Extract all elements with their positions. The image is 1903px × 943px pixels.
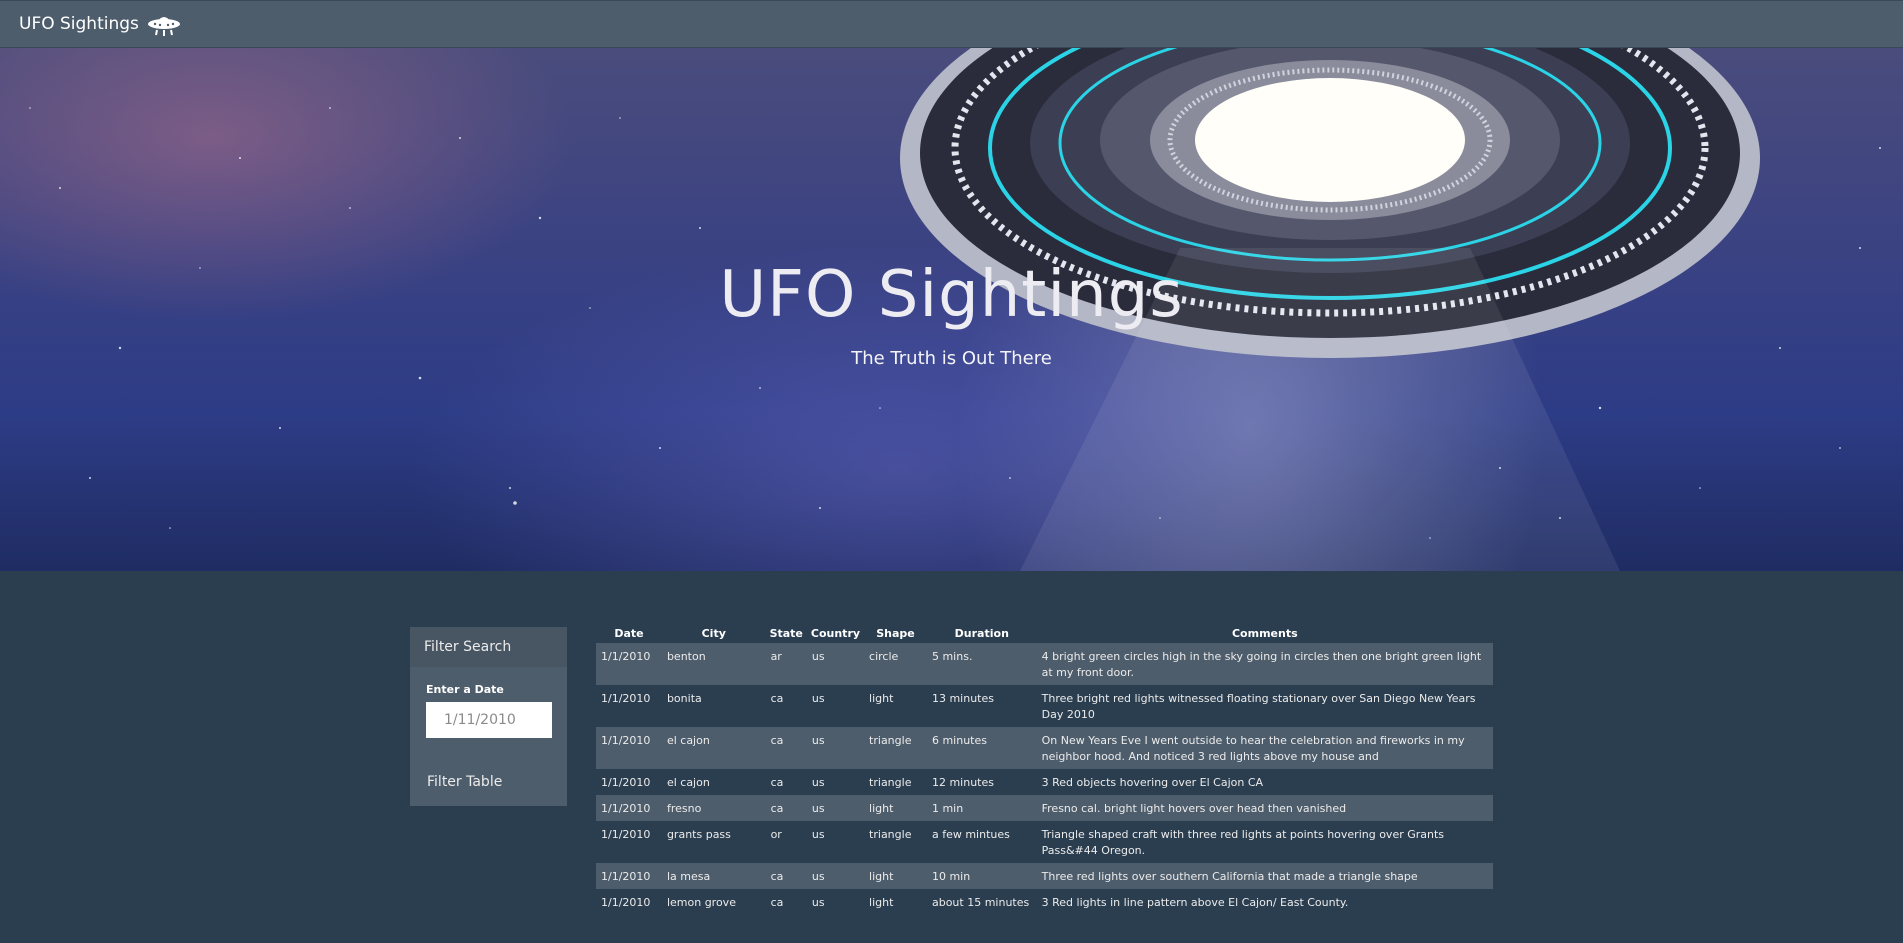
cell-state: ca (770, 776, 784, 789)
cell-date: 1/1/2010 (601, 776, 651, 789)
cell-country: us (811, 828, 825, 841)
cell-state: ca (765, 795, 807, 821)
cell-date: 1/1/2010 (601, 828, 651, 841)
table-row: 1/1/2010 benton ar us circle 5 mins. 4 b… (596, 643, 1493, 685)
table-row: 1/1/2010 la mesa ca us light 10 min Thre… (596, 863, 1493, 889)
cell-city: el cajon (661, 727, 766, 769)
cell-date: 1/1/2010 (601, 692, 651, 705)
date-label: Enter a Date (426, 683, 504, 696)
column-header-country: Country (810, 626, 861, 640)
cell-comments: Three bright red lights witnessed floati… (1041, 692, 1476, 721)
cell-country: us (806, 795, 865, 821)
brand-title: UFO Sightings (19, 14, 139, 34)
column-header-city: City (701, 626, 726, 640)
cell-shape: triangle (869, 776, 912, 789)
hero-title: UFO Sightings (719, 258, 1184, 332)
cell-duration: 12 minutes (931, 776, 994, 789)
filter-table-button[interactable]: Filter Table (427, 774, 502, 790)
cell-shape: circle (864, 643, 927, 685)
sightings-table-container: Date City State Country Shape Duration C… (596, 623, 1493, 915)
cell-shape: light (864, 795, 927, 821)
cell-date: 1/1/2010 (596, 643, 662, 685)
cell-city: la mesa (661, 863, 766, 889)
date-input[interactable] (426, 702, 552, 738)
hero-subtitle: The Truth is Out There (851, 348, 1052, 369)
cell-country: us (811, 896, 825, 909)
table-header-row: Date City State Country Shape Duration C… (596, 623, 1493, 643)
cell-duration: 5 mins. (926, 643, 1037, 685)
cell-duration: a few mintues (931, 828, 1010, 841)
cell-city: benton (661, 643, 766, 685)
cell-comments: 3 Red objects hovering over El Cajon CA (1041, 776, 1264, 789)
cell-city: lemon grove (666, 896, 736, 909)
cell-country: us (811, 692, 825, 705)
cell-comments: Fresno cal. bright light hovers over hea… (1036, 795, 1493, 821)
cell-duration: about 15 minutes (931, 896, 1030, 909)
cell-country: us (806, 727, 865, 769)
table-row: 1/1/2010 grants pass or us triangle a fe… (596, 821, 1493, 863)
table-row: 1/1/2010 fresno ca us light 1 min Fresno… (596, 795, 1493, 821)
cell-shape: light (869, 896, 894, 909)
filter-panel-heading: Filter Search (410, 627, 567, 667)
cell-city: bonita (666, 692, 702, 705)
cell-date: 1/1/2010 (596, 795, 662, 821)
table-row: 1/1/2010 el cajon ca us triangle 6 minut… (596, 727, 1493, 769)
cell-shape: light (864, 863, 927, 889)
cell-country: us (811, 776, 825, 789)
ufo-icon (147, 11, 181, 37)
cell-state: ar (765, 643, 807, 685)
table-row: 1/1/2010 lemon grove ca us light about 1… (596, 889, 1493, 915)
cell-date: 1/1/2010 (601, 896, 651, 909)
cell-state: or (770, 828, 782, 841)
cell-date: 1/1/2010 (596, 863, 662, 889)
column-header-comments: Comments (1231, 626, 1298, 640)
brand-link[interactable]: UFO Sightings (19, 11, 181, 37)
table-row: 1/1/2010 el cajon ca us triangle 12 minu… (596, 769, 1493, 795)
cell-date: 1/1/2010 (596, 727, 662, 769)
cell-shape: triangle (864, 727, 927, 769)
column-header-duration: Duration (954, 626, 1009, 640)
table-row: 1/1/2010 bonita ca us light 13 minutes T… (596, 685, 1493, 727)
cell-comments: On New Years Eve I went outside to hear … (1036, 727, 1493, 769)
cell-state: ca (770, 896, 784, 909)
cell-duration: 6 minutes (926, 727, 1037, 769)
cell-country: us (806, 863, 865, 889)
cell-comments: Three red lights over southern Californi… (1036, 863, 1493, 889)
cell-comments: 3 Red lights in line pattern above El Ca… (1041, 896, 1349, 909)
cell-city: el cajon (666, 776, 710, 789)
hero-banner: UFO Sightings The Truth is Out There (0, 48, 1903, 571)
column-header-shape: Shape (876, 626, 915, 640)
cell-shape: light (869, 692, 894, 705)
cell-state: ca (765, 727, 807, 769)
column-header-date: Date (614, 626, 644, 640)
cell-comments: Triangle shaped craft with three red lig… (1041, 828, 1445, 857)
cell-country: us (806, 643, 865, 685)
cell-shape: triangle (869, 828, 912, 841)
cell-city: fresno (661, 795, 766, 821)
filter-panel: Filter Search Enter a Date Filter Table (410, 627, 567, 806)
cell-comments: 4 bright green circles high in the sky g… (1036, 643, 1493, 685)
cell-state: ca (770, 692, 784, 705)
column-header-state: State (769, 626, 803, 640)
sightings-table: Date City State Country Shape Duration C… (596, 623, 1493, 915)
navbar: UFO Sightings (0, 0, 1903, 48)
cell-city: grants pass (666, 828, 731, 841)
cell-duration: 1 min (926, 795, 1037, 821)
cell-duration: 10 min (926, 863, 1037, 889)
cell-duration: 13 minutes (931, 692, 994, 705)
cell-state: ca (765, 863, 807, 889)
